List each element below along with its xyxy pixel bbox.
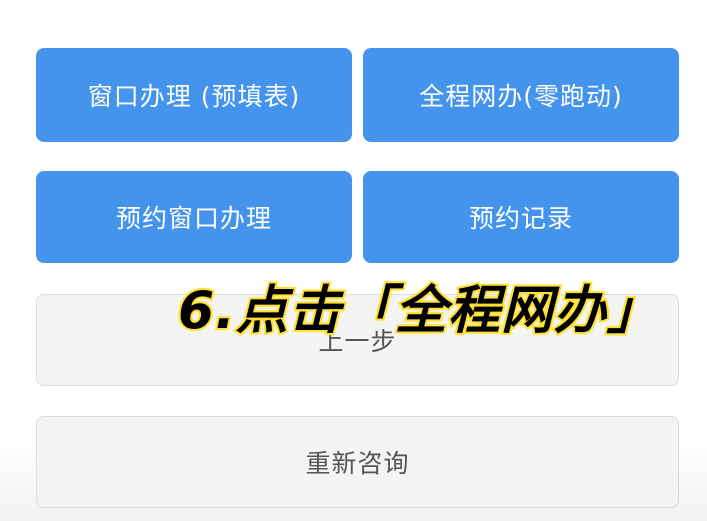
- booking-record-button[interactable]: 预约记录: [363, 171, 679, 263]
- full-online-handle-button[interactable]: 全程网办(零跑动): [363, 48, 679, 142]
- instruction-caption-overlay: 6.点击「全程网办」: [176, 279, 661, 343]
- window-handle-prefill-button[interactable]: 窗口办理 (预填表): [36, 48, 352, 142]
- book-window-handle-button[interactable]: 预约窗口办理: [36, 171, 352, 263]
- reconsult-button[interactable]: 重新咨询: [36, 416, 679, 508]
